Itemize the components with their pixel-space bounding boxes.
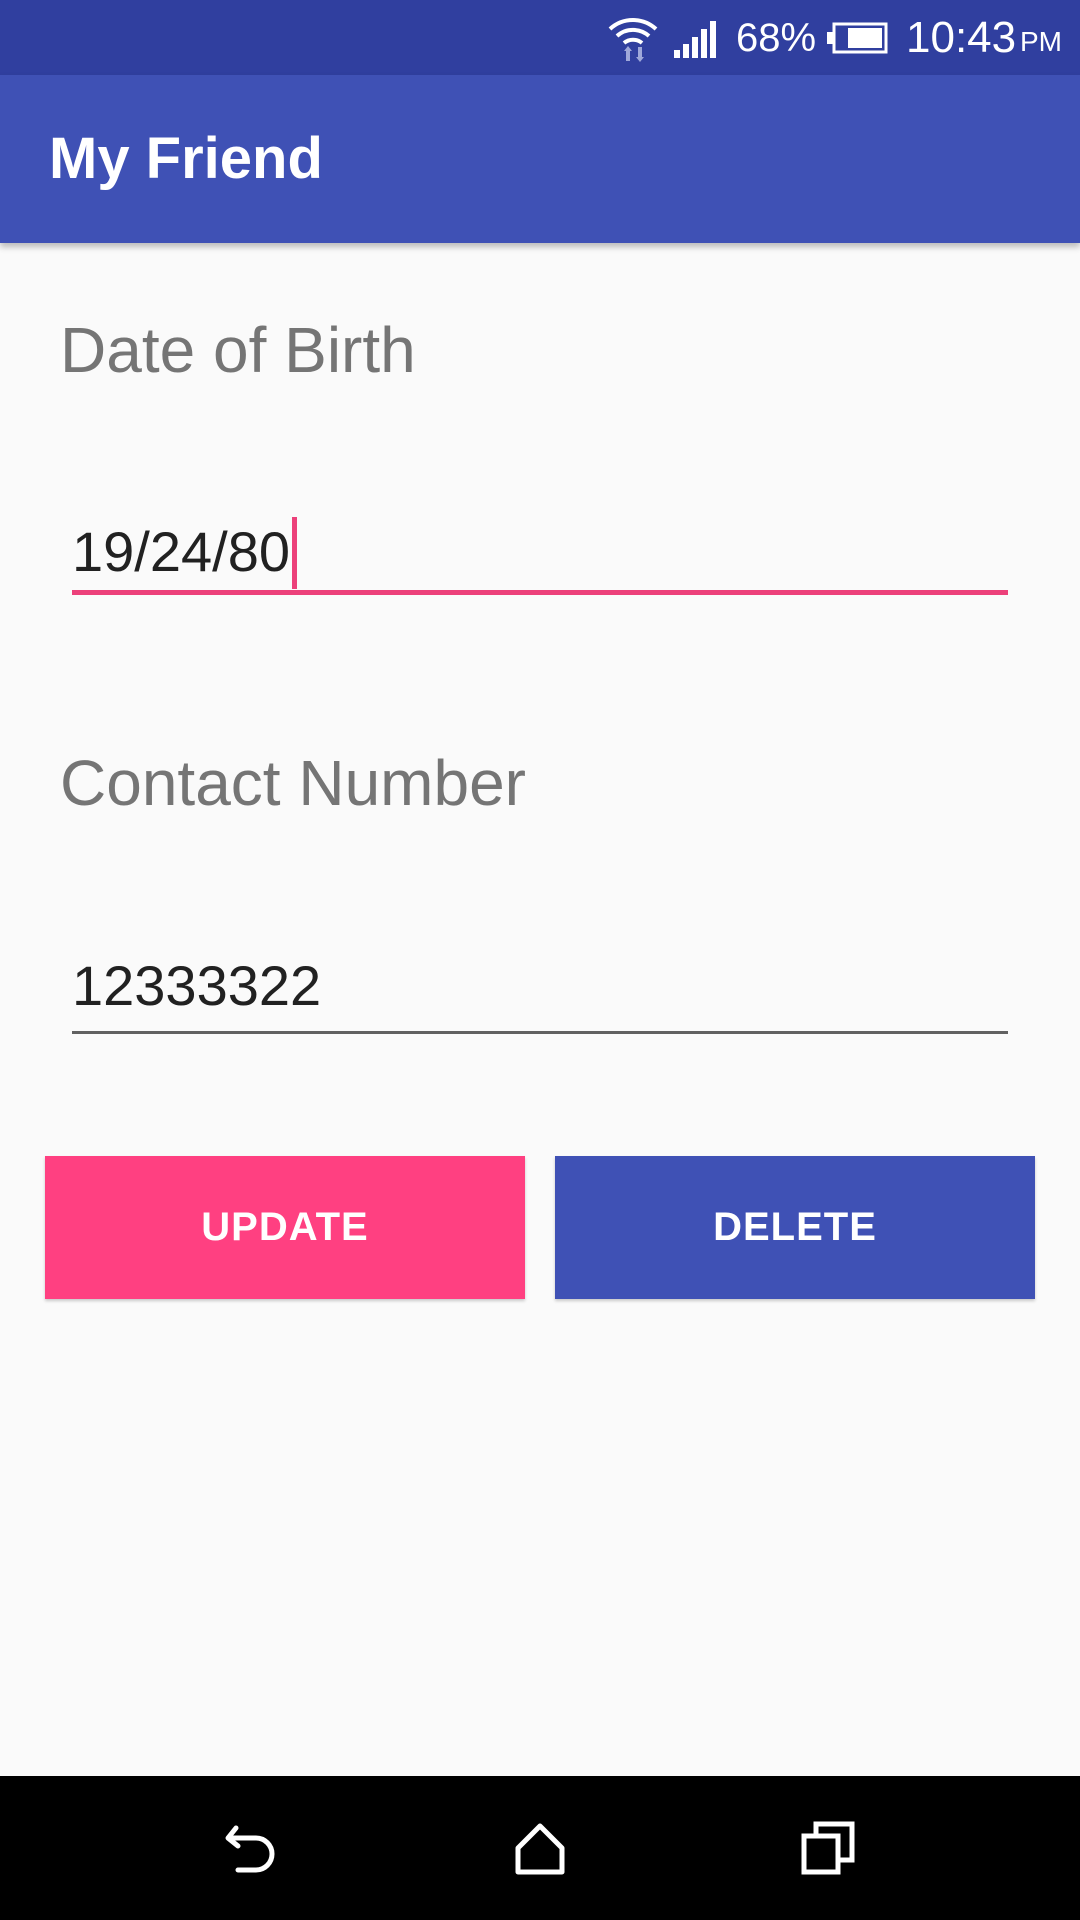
battery-percent: 68%	[736, 16, 817, 60]
status-ampm: PM	[1020, 26, 1062, 57]
dob-label: Date of Birth	[60, 314, 416, 386]
home-icon[interactable]	[510, 1818, 570, 1878]
update-button[interactable]: UPDATE	[45, 1156, 525, 1299]
signal-icon	[674, 21, 716, 58]
dob-field[interactable]: 19/24/80	[72, 512, 1008, 595]
battery-icon	[827, 22, 888, 54]
dob-value[interactable]: 19/24/80	[72, 512, 297, 592]
contact-underline	[72, 1031, 1008, 1034]
navigation-bar	[0, 1776, 1080, 1920]
text-cursor	[291, 517, 297, 590]
app-title: My Friend	[49, 126, 323, 191]
contact-value[interactable]: 12333322	[72, 946, 321, 1026]
back-icon[interactable]	[222, 1818, 282, 1878]
app-bar: My Friend	[0, 75, 1080, 243]
status-time: 10:43	[906, 13, 1017, 62]
status-bar: 68% 10:43 PM	[0, 0, 1080, 75]
delete-button[interactable]: DELETE	[555, 1156, 1035, 1299]
dob-value-text: 19/24/80	[72, 520, 290, 583]
dob-underline	[72, 590, 1008, 595]
recents-icon[interactable]	[798, 1818, 858, 1878]
wifi-icon	[608, 18, 658, 62]
contact-field[interactable]: 12333322	[72, 946, 1008, 1034]
contact-label: Contact Number	[60, 747, 526, 819]
